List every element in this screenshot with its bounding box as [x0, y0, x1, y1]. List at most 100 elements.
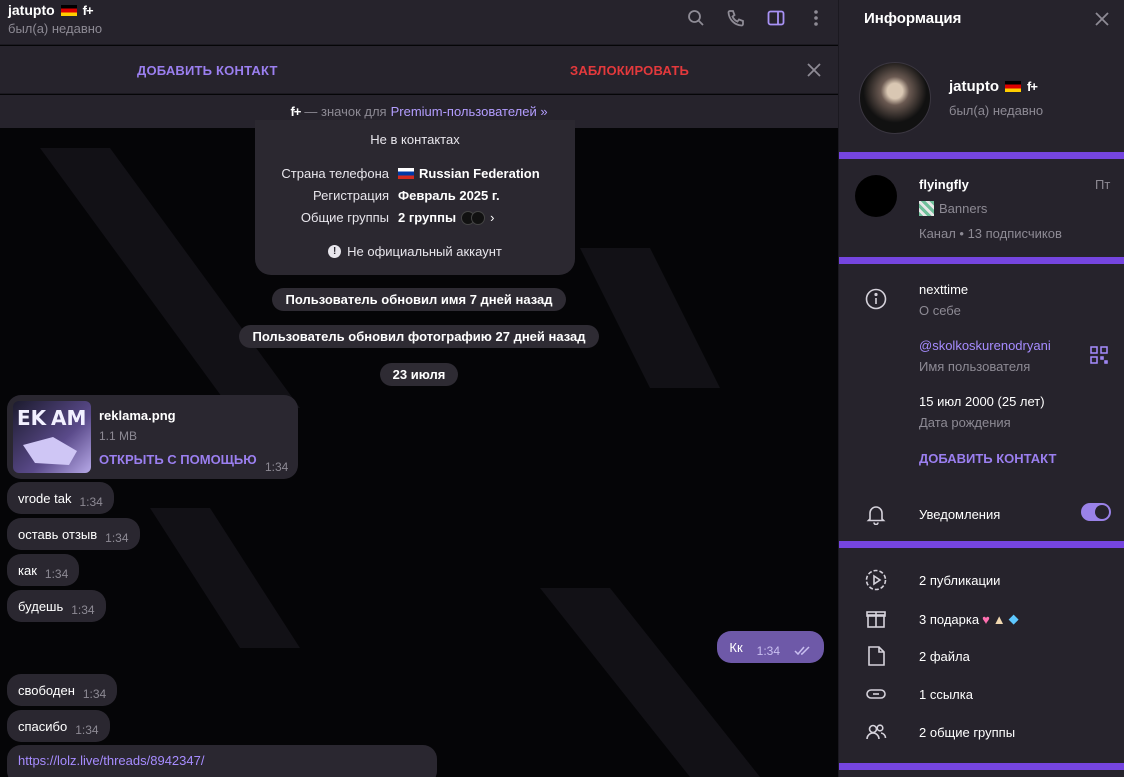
channel-avatar [855, 175, 897, 217]
group-avatars-icon [461, 210, 486, 225]
qr-code-icon[interactable] [1090, 346, 1112, 368]
links-count[interactable]: 1 ссылка [919, 687, 973, 702]
heart-gift-icon: ♥ [982, 611, 990, 627]
russia-flag-icon [398, 168, 414, 179]
message-time: 1:34 [756, 644, 780, 658]
username-label: Имя пользователя [919, 359, 1031, 374]
message-time: 1:34 [265, 460, 289, 474]
common-groups-label: Общие группы [300, 210, 389, 225]
premium-badge-icon[interactable]: f+ [83, 3, 94, 18]
info-icon [865, 288, 887, 310]
message-bubble[interactable]: как 1:34 [7, 554, 80, 586]
phone-country-value: Russian Federation [398, 166, 540, 181]
message-bubble[interactable]: оставь отзыв 1:34 [7, 518, 140, 550]
profile-name: jatupto f+ [949, 78, 1038, 95]
section-divider [839, 152, 1124, 159]
message-bubble[interactable]: будешь 1:34 [7, 590, 106, 622]
users-icon [865, 721, 887, 743]
stories-icon [865, 569, 887, 591]
sidebar-toggle-icon[interactable] [766, 8, 786, 28]
section-divider [839, 763, 1124, 770]
posts-count[interactable]: 2 публикации [919, 573, 1000, 588]
block-user-button[interactable]: ЗАБЛОКИРОВАТЬ [570, 63, 689, 78]
file-name: reklama.png [99, 408, 176, 423]
gifts-count[interactable]: 3 подарка ♥ ▲ ◆ [919, 611, 1019, 627]
unofficial-account-note: ! Не официальный аккаунт [255, 244, 575, 259]
chat-header[interactable]: jatupto f+ был(а) недавно [0, 0, 838, 45]
search-icon[interactable] [686, 8, 706, 28]
peer-name[interactable]: jatupto f+ [8, 2, 94, 18]
message-time: 1:34 [79, 495, 103, 509]
message-time: 1:34 [71, 603, 95, 617]
premium-link[interactable]: Premium-пользователей » [391, 104, 548, 119]
header-toolbar [686, 8, 826, 28]
close-icon[interactable] [1092, 9, 1112, 29]
svg-text:EK: EK [17, 406, 48, 430]
common-groups-count[interactable]: 2 общие группы [919, 725, 1015, 740]
bell-icon [865, 503, 887, 526]
file-icon [865, 645, 887, 667]
premium-badge-icon[interactable]: f+ [1027, 79, 1038, 94]
message-link[interactable]: https://lolz.live/threads/8942347/ [18, 753, 204, 768]
image-thumbnail-icon [919, 201, 934, 216]
birthday-label: Дата рождения [919, 415, 1011, 430]
telegram-window: jatupto f+ был(а) недавно ДОБАВИТЬ КОНТА… [0, 0, 1124, 777]
diamond-gift-icon: ◆ [1008, 611, 1019, 626]
channel-last-post-day: Пт [1095, 177, 1111, 192]
message-text: как [18, 562, 37, 578]
profile-status: был(а) недавно [949, 103, 1044, 118]
notifications-toggle[interactable] [1081, 503, 1111, 521]
chat-area: jatupto f+ был(а) недавно ДОБАВИТЬ КОНТА… [0, 0, 838, 777]
bio-value[interactable]: nexttime [919, 282, 968, 297]
cake-gift-icon: ▲ [992, 611, 1006, 627]
add-contact-button[interactable]: ДОБАВИТЬ КОНТАКТ [919, 451, 1056, 466]
message-bubble[interactable]: спасибо 1:34 [7, 710, 110, 742]
message-text: свободен [18, 682, 75, 698]
channel-name: flyingfly [919, 177, 969, 192]
registration-label: Регистрация [313, 188, 389, 203]
not-in-contacts-text: Не в контактах [370, 132, 460, 147]
info-panel: Информация jatupto f+ был(а) недавно fly… [838, 0, 1124, 777]
file-message[interactable]: EK AM reklama.png 1.1 MB ОТКРЫТЬ С ПОМОЩ… [7, 395, 298, 479]
message-bubble[interactable]: vrode tak 1:34 [7, 482, 114, 514]
chevron-right-icon: › [490, 210, 495, 225]
gift-icon [865, 607, 887, 629]
svg-text:AM: AM [51, 406, 86, 430]
contact-action-bar: ДОБАВИТЬ КОНТАКТ ЗАБЛОКИРОВАТЬ [0, 46, 838, 94]
more-menu-icon[interactable] [806, 8, 826, 28]
open-with-button[interactable]: ОТКРЫТЬ С ПОМОЩЬЮ [99, 452, 257, 467]
username-value[interactable]: @skolkoskurenodryani [919, 338, 1051, 353]
registration-value: Февраль 2025 г. [398, 188, 500, 203]
message-time: 1:34 [105, 531, 129, 545]
channel-meta: Канал • 13 подписчиков [919, 226, 1062, 241]
notifications-label: Уведомления [919, 507, 1001, 522]
birthday-value[interactable]: 15 июл 2000 (25 лет) [919, 394, 1045, 409]
phone-call-icon[interactable] [726, 8, 746, 28]
link-message[interactable]: https://lolz.live/threads/8942347/ [7, 745, 437, 777]
premium-note-text: — значок для [304, 104, 387, 119]
file-thumbnail[interactable]: EK AM [13, 401, 91, 473]
premium-badge-icon: f+ [290, 104, 301, 119]
panel-title: Информация [864, 10, 962, 27]
read-checkmarks-icon [794, 644, 812, 659]
message-time: 1:34 [44, 567, 69, 581]
message-time: 1:34 [75, 723, 99, 737]
add-contact-button[interactable]: ДОБАВИТЬ КОНТАКТ [137, 63, 278, 78]
avatar[interactable] [859, 62, 931, 134]
service-message-photo: Пользователь обновил фотографию 27 дней … [0, 325, 838, 348]
link-icon [865, 683, 887, 705]
service-message-name: Пользователь обновил имя 7 дней назад [0, 288, 838, 311]
close-icon[interactable] [804, 60, 824, 80]
message-text: Кк [729, 639, 743, 655]
message-text: будешь [18, 598, 64, 614]
section-divider [839, 257, 1124, 264]
outgoing-message[interactable]: Кк 1:34 [717, 631, 824, 663]
germany-flag-icon [1005, 81, 1021, 92]
peer-info-card: Не в контактах Страна телефона Russian F… [255, 120, 575, 275]
message-text: vrode tak [18, 490, 72, 506]
message-text: спасибо [18, 718, 68, 734]
date-separator: 23 июля [0, 363, 838, 386]
message-bubble[interactable]: свободен 1:34 [7, 674, 118, 706]
common-groups-value[interactable]: 2 группы › [398, 210, 494, 225]
files-count[interactable]: 2 файла [919, 649, 970, 664]
